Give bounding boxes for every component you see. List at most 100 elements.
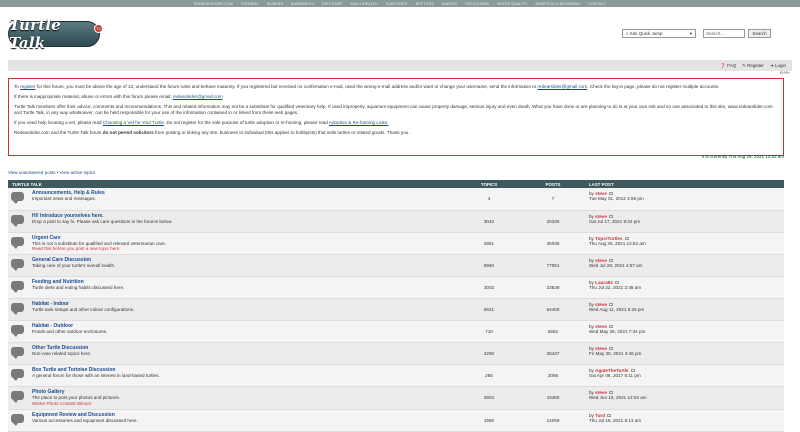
- font-size-control[interactable]: A+A-: [780, 70, 790, 75]
- site-logo[interactable]: Turtle Talk T2: [8, 16, 103, 52]
- unanswered-posts-link[interactable]: View unanswered posts: [8, 170, 55, 175]
- login-label: Login: [774, 62, 786, 68]
- go-to-post-icon[interactable]: [615, 281, 620, 285]
- register-icon: ✎: [742, 62, 746, 68]
- forum-info: General Care Discussion Taking care of yo…: [28, 254, 457, 278]
- post-count: 5662: [521, 320, 585, 344]
- last-post-date: Thu Aug 26, 2021 12:52 am: [589, 240, 646, 246]
- author-link[interactable]: steve: [595, 214, 607, 219]
- go-to-post-icon[interactable]: [609, 303, 614, 307]
- faq-label: FAQ: [727, 62, 737, 68]
- go-to-post-icon[interactable]: [607, 414, 612, 417]
- register-notice-link[interactable]: register: [20, 84, 35, 89]
- last-post: by Turd Thu Jul 15, 2021 9:13 am: [585, 409, 784, 432]
- topic-count: 255: [457, 364, 521, 388]
- top-nav-link[interactable]: REDEARSLIDER.COM: [194, 2, 233, 6]
- forum-description: Taking care of your turtle's overall hea…: [32, 263, 116, 269]
- forum-icon-cell: [8, 188, 28, 211]
- forum-description: Various accessories and equipment discus…: [32, 417, 138, 423]
- go-to-post-icon[interactable]: [630, 369, 635, 373]
- last-post: by AgateTheTurtle Sat Apr 08, 2017 6:11 …: [585, 364, 784, 388]
- topics-column-header: TOPICS: [480, 181, 498, 187]
- top-nav-link[interactable]: HABITAT: [442, 2, 457, 6]
- go-to-post-icon[interactable]: [624, 236, 629, 240]
- chevron-down-icon: ▾: [689, 30, 692, 36]
- top-nav-link[interactable]: CONTACT: [588, 2, 606, 6]
- top-nav-link[interactable]: WATER QUALITY: [497, 2, 527, 6]
- forum-info: Other Turtle Discussion Non-care related …: [28, 342, 457, 366]
- go-to-post-icon[interactable]: [609, 214, 614, 218]
- last-post: by steve Sat Jul 17, 2021 9:42 pm: [585, 210, 784, 233]
- forum-bubble-icon: [11, 259, 24, 272]
- forum-info: Equipment Review and Discussion Various a…: [28, 409, 457, 432]
- go-to-post-icon[interactable]: [609, 325, 614, 329]
- notice-paragraph: Redearslider.com and the Turtle Talk for…: [14, 130, 410, 135]
- last-post: by steve Fri May 28, 2021 4:46 pm: [585, 342, 784, 366]
- forum-icon-cell: [8, 210, 28, 233]
- top-nav-link[interactable]: HATCHLINGS: [465, 2, 489, 6]
- email-link[interactable]: redearslider@gmail.com: [537, 84, 587, 89]
- forum-icon-cell: [8, 298, 28, 322]
- forum-table: TURTLE TALK TOPICS POSTS LAST POST Annou…: [8, 180, 784, 432]
- forum-bubble-icon: [11, 236, 24, 249]
- last-post-date: Thu Jul 15, 2021 9:13 am: [589, 417, 642, 423]
- last-post: by steve Wed Jul 28, 2021 4:57 am: [585, 254, 784, 278]
- top-nav-link[interactable]: SLIDERS: [267, 2, 283, 6]
- last-post: by steve Wed Aug 11, 2021 6:28 pm: [585, 298, 784, 322]
- notice-paragraph: If there is inappropriate material, abus…: [14, 94, 223, 99]
- header: Turtle Talk T2 » Site Quick Jump ▾ Searc…: [0, 7, 800, 52]
- top-nav-link[interactable]: DIET/CARE: [322, 2, 342, 6]
- author-link[interactable]: TopcrTurtles: [595, 236, 622, 241]
- forum-bubble-icon: [11, 391, 24, 404]
- last-post: by TopcrTurtles Thu Aug 26, 2021 12:52 a…: [585, 232, 784, 256]
- author-link[interactable]: Turd: [595, 413, 605, 418]
- topic-count: 3042: [457, 210, 521, 233]
- forum-info: Photo Gallery The place to post your phot…: [28, 386, 457, 410]
- last-post-date: Tue May 01, 2012 4:59 pm: [589, 196, 644, 202]
- go-to-post-icon[interactable]: [609, 192, 614, 196]
- site-quick-jump-select[interactable]: » Site Quick Jump ▾: [622, 29, 696, 38]
- forum-extra-link[interactable]: Read this before you post a new topic he…: [32, 246, 453, 251]
- search-button[interactable]: Search: [748, 29, 771, 38]
- adoption-link[interactable]: Adoption & Re-homing Links.: [329, 120, 389, 125]
- forum-bubble-icon: [11, 325, 24, 338]
- top-nav-link[interactable]: TOOLBOX: [241, 2, 259, 6]
- faq-link[interactable]: ❓ FAQ: [720, 63, 736, 69]
- forum-icon-cell: [8, 232, 28, 256]
- notice-paragraph: To register for this forum, you must be …: [14, 84, 720, 89]
- vet-guide-link[interactable]: Choosing a Vet for Your Turtle: [103, 120, 164, 125]
- forum-info: Habitat - Indoor Turtle tank setups and o…: [28, 298, 457, 322]
- last-post-date: Wed May 26, 2021 7:34 pm: [589, 329, 646, 335]
- last-post-date: Wed Aug 11, 2021 6:28 pm: [589, 307, 645, 313]
- email-link[interactable]: redearslider@gmail.com: [173, 94, 223, 99]
- forum-row: Other Turtle Discussion Non-care related …: [8, 342, 784, 366]
- search-input[interactable]: Search...: [703, 29, 745, 38]
- top-nav-link[interactable]: ADOPTION & REHOMING: [535, 2, 580, 6]
- forum-bubble-icon: [11, 303, 24, 316]
- top-nav-link[interactable]: BASKING/UV: [291, 2, 314, 6]
- top-nav-link[interactable]: REPTILES: [416, 2, 434, 6]
- last-post-date: Wed Jul 28, 2021 4:57 am: [589, 263, 643, 269]
- forum-row: General Care Discussion Taking care of yo…: [8, 254, 784, 278]
- forum-icon-cell: [8, 342, 28, 366]
- login-link[interactable]: ➜ Login: [770, 63, 786, 69]
- top-nav-link[interactable]: SUBSTRATE: [386, 2, 408, 6]
- register-link[interactable]: ✎ Register: [742, 63, 764, 69]
- forum-icon-cell: [8, 386, 28, 410]
- forum-info: Habitat - Outdoor Ponds and other outdoor…: [28, 320, 457, 344]
- last-post-column-header: LAST POST: [589, 181, 614, 187]
- go-to-post-icon[interactable]: [609, 391, 614, 395]
- logo-text: Turtle Talk: [9, 16, 61, 52]
- register-label: Register: [747, 62, 764, 68]
- topic-count: 8960: [457, 254, 521, 278]
- forum-row: Box Turtle and Tortoise Discussion A gene…: [8, 364, 784, 388]
- top-nav-link[interactable]: SHELL/HEALTH: [350, 2, 378, 6]
- last-post-date: Wed Jun 16, 2021 12:04 am: [589, 395, 647, 401]
- active-topics-link[interactable]: View active topics: [60, 170, 96, 175]
- go-to-post-icon[interactable]: [609, 347, 614, 351]
- post-count: 23839: [521, 276, 585, 300]
- forum-extra-link[interactable]: Winter Photo Contest Winner: [32, 401, 453, 406]
- forum-description: Non-care related topics here.: [32, 351, 92, 357]
- go-to-post-icon[interactable]: [609, 259, 614, 263]
- login-icon: ➜: [769, 62, 774, 68]
